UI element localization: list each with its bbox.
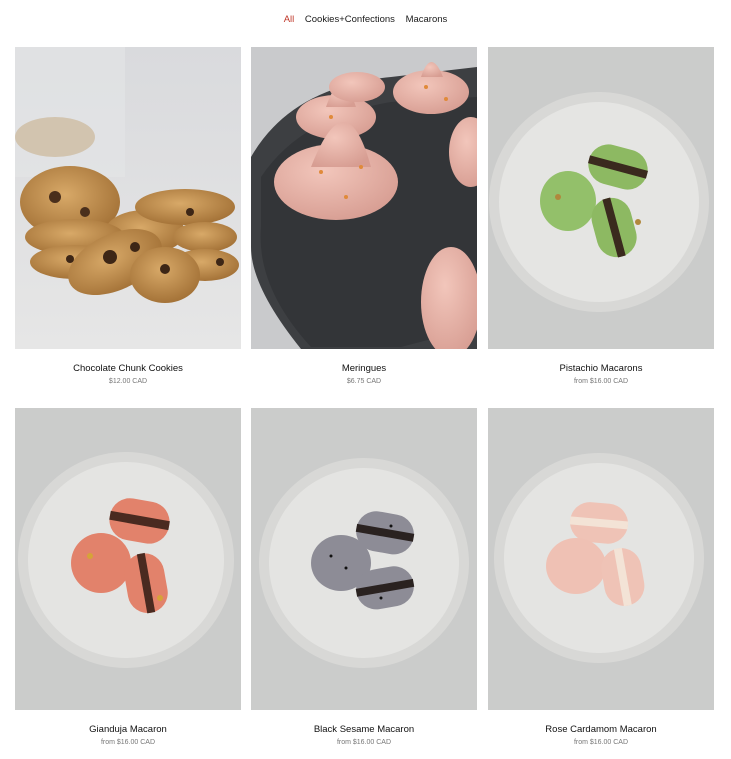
product-title[interactable]: Gianduja Macaron [15,724,241,735]
product-price: from $16.00 CAD [573,739,629,746]
product-card-chocolate-chunk-cookies[interactable]: Chocolate Chunk Cookies $12.00 CAD [15,47,241,385]
product-title[interactable]: Pistachio Macarons [488,363,714,374]
product-price: $6.75 CAD [346,378,382,385]
filter-cookies-confections[interactable]: Cookies+Confections [305,14,395,25]
product-card-pistachio-macarons[interactable]: Pistachio Macarons from $16.00 CAD [488,47,714,385]
product-image-gianduja[interactable] [15,408,241,710]
filter-macarons[interactable]: Macarons [406,14,448,25]
product-title[interactable]: Meringues [251,363,477,374]
product-image-cookies[interactable] [15,47,241,349]
product-price: from $16.00 CAD [573,378,629,385]
product-card-black-sesame-macaron[interactable]: Black Sesame Macaron from $16.00 CAD [251,408,477,746]
product-image-black-sesame[interactable] [251,408,477,710]
filter-all[interactable]: All [284,14,295,25]
product-image-meringues[interactable] [251,47,477,349]
product-card-rose-cardamom-macaron[interactable]: Rose Cardamom Macaron from $16.00 CAD [488,408,714,746]
product-card-meringues[interactable]: Meringues $6.75 CAD [251,47,477,385]
product-title[interactable]: Black Sesame Macaron [251,724,477,735]
product-price: from $16.00 CAD [336,739,392,746]
product-price: from $16.00 CAD [100,739,156,746]
category-filter-nav: All Cookies+Confections Macarons [0,14,731,25]
product-title[interactable]: Chocolate Chunk Cookies [15,363,241,374]
product-card-gianduja-macaron[interactable]: Gianduja Macaron from $16.00 CAD [15,408,241,746]
product-title[interactable]: Rose Cardamom Macaron [488,724,714,735]
product-image-pistachio[interactable] [488,47,714,349]
product-image-rose-cardamom[interactable] [488,408,714,710]
product-price: $12.00 CAD [108,378,148,385]
